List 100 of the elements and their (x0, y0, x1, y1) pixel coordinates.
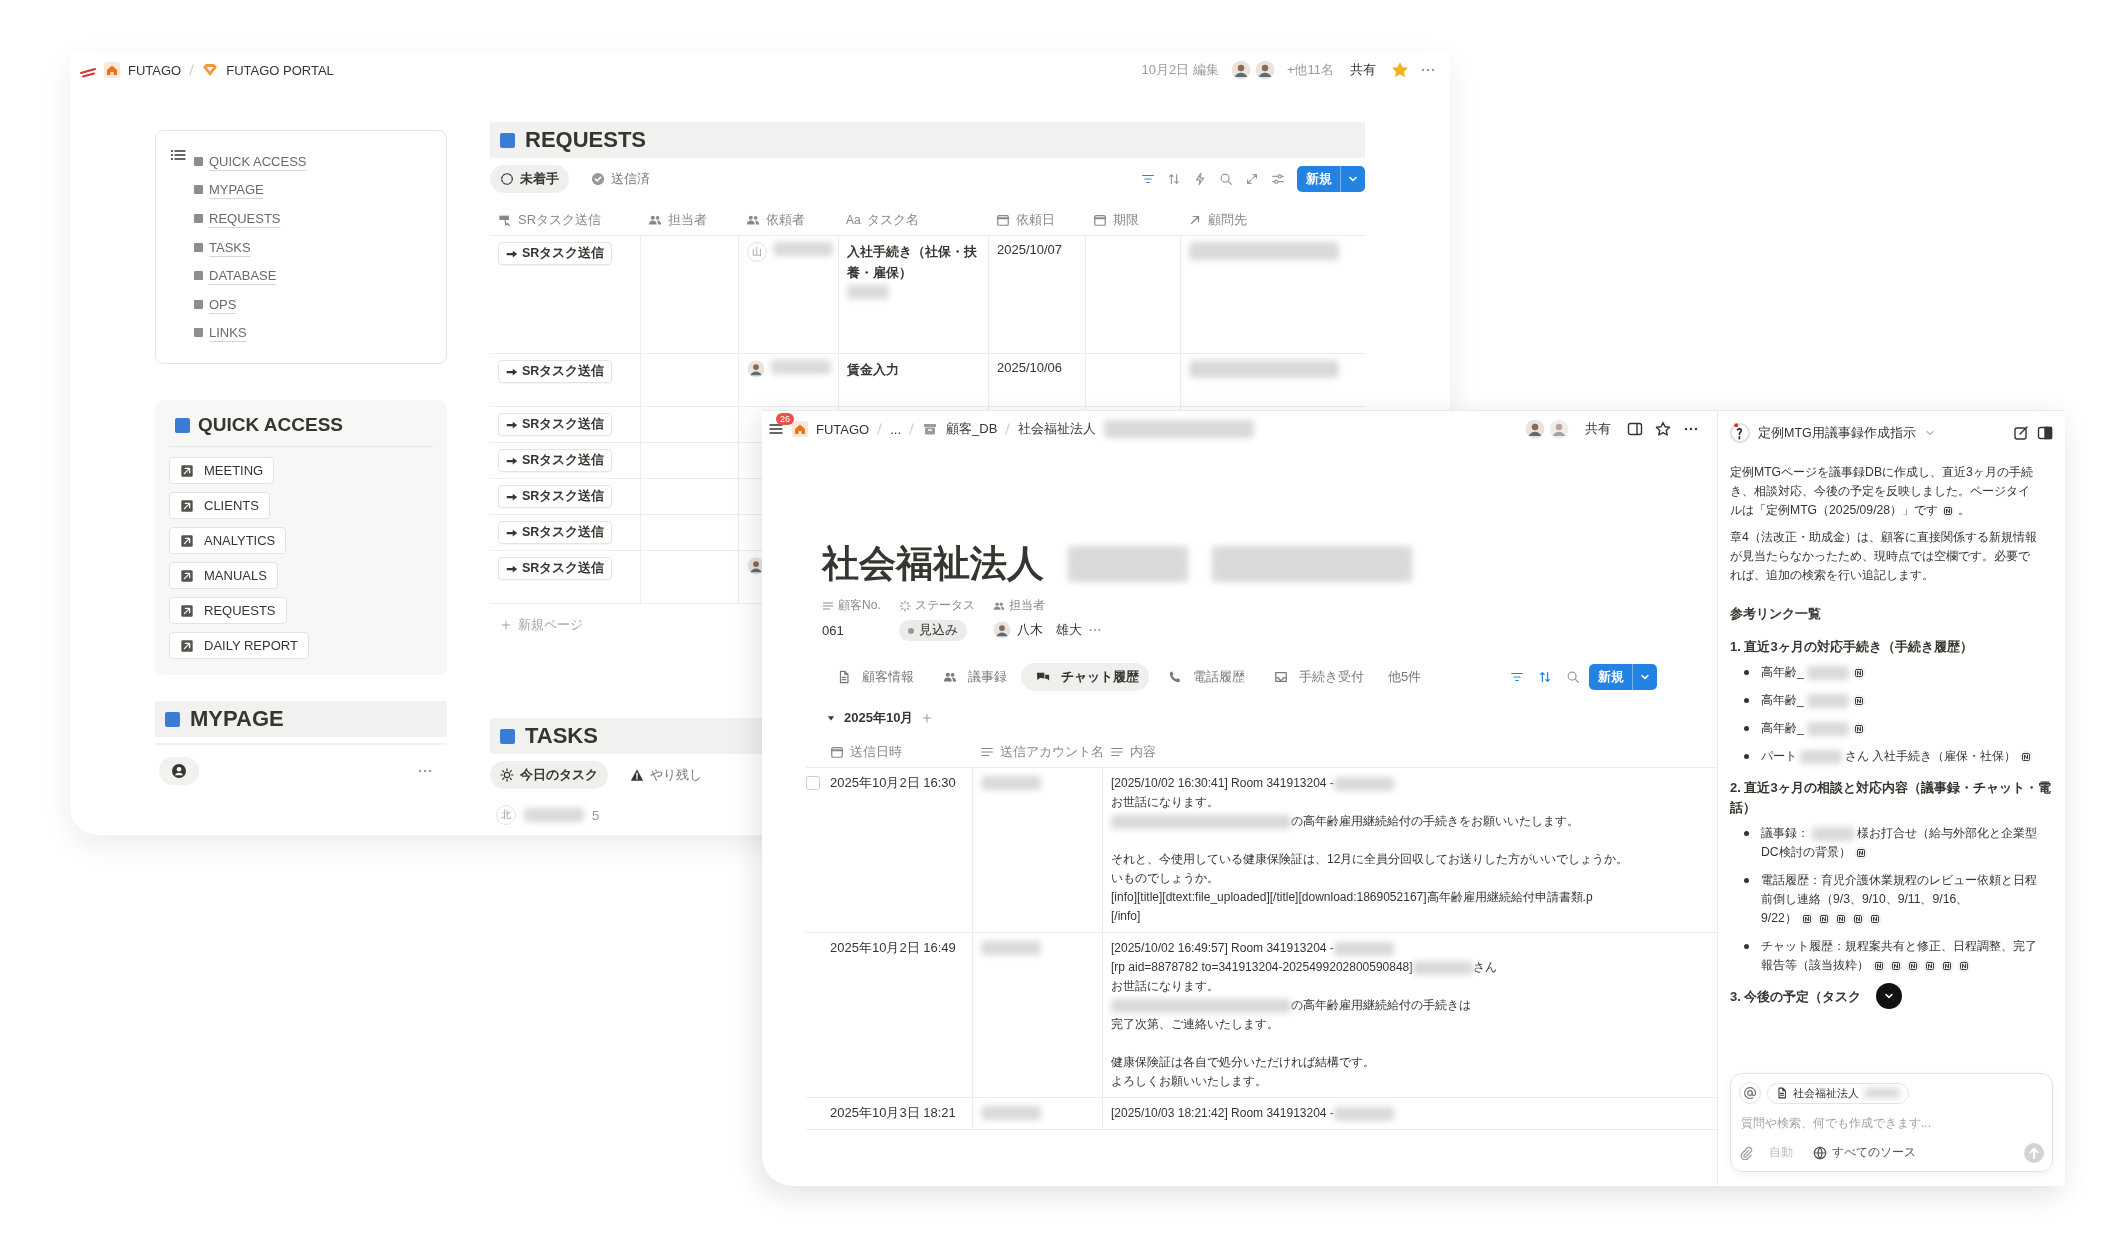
send-task-button[interactable]: SRタスク送信 (498, 485, 613, 508)
status-tag[interactable]: 見込み (898, 620, 967, 641)
task-name[interactable]: 入社手続き（社保・扶養・雇保） (847, 242, 980, 284)
text-lines-icon (1110, 745, 1124, 759)
column-header[interactable]: 送信アカウント名 (972, 737, 1102, 767)
column-header[interactable]: 顧問先 (1180, 205, 1365, 235)
column-header[interactable]: SRタスク送信 (490, 205, 640, 235)
filter-icon[interactable] (1141, 172, 1155, 186)
view-tab[interactable]: 送信済 (581, 165, 660, 193)
send-task-button[interactable]: SRタスク送信 (498, 413, 613, 436)
quick-link[interactable]: ANALYTICS (169, 527, 287, 555)
view-tab[interactable]: 議事録 (928, 663, 1017, 691)
profile-button[interactable] (159, 757, 199, 786)
panel-icon[interactable] (2037, 425, 2053, 441)
page-link-icon[interactable] (1889, 958, 1903, 973)
page-link-icon[interactable] (1853, 845, 1868, 860)
cursor-icon (498, 213, 512, 227)
page-link-icon[interactable] (1851, 693, 1866, 708)
quick-link[interactable]: MANUALS (169, 562, 278, 590)
breadcrumb-link[interactable]: 顧客_DB (946, 420, 998, 438)
page-link-icon[interactable] (1872, 958, 1886, 973)
toc-link[interactable]: OPS (194, 289, 237, 319)
quick-link[interactable]: DAILY REPORT (169, 632, 309, 660)
breadcrumb-link[interactable]: 社会福祉法人 (1018, 420, 1097, 438)
attach-icon[interactable] (1739, 1145, 1753, 1160)
arrow-icon (1188, 213, 1202, 227)
list-item-text: 9/22） (1761, 910, 1797, 927)
view-tab[interactable]: 手続き受付 (1259, 663, 1374, 691)
page-link-icon[interactable] (1850, 911, 1865, 926)
chat-title[interactable]: 定例MTG用議事録作成指示 (1758, 424, 1916, 442)
avatar-icon (1549, 419, 1569, 439)
search-icon[interactable] (1219, 172, 1233, 186)
calendar-icon (996, 213, 1010, 227)
expand-icon[interactable] (1245, 172, 1259, 186)
sort-icon[interactable] (1167, 172, 1181, 186)
send-task-button[interactable]: SRタスク送信 (498, 449, 613, 472)
page-link-icon[interactable] (1816, 911, 1831, 926)
column-header[interactable]: 送信日時 (822, 737, 972, 767)
quick-link[interactable]: MEETING (169, 457, 275, 485)
column-header[interactable]: 内容 (1102, 737, 1762, 767)
column-header[interactable]: 期限 (1085, 205, 1180, 235)
toc-link[interactable]: QUICK ACCESS (194, 147, 307, 176)
list-item-text: さん 入社手続き（雇保・社保） (1845, 748, 2017, 765)
page-link-icon[interactable] (1867, 911, 1882, 926)
more-views-tab[interactable]: 他5件 (1378, 663, 1432, 691)
settings-icon[interactable] (1271, 172, 1285, 186)
column-header[interactable]: Aa タスク名 (838, 205, 988, 235)
toc-link[interactable]: DATABASE (194, 261, 277, 290)
star-icon[interactable] (1655, 421, 1671, 437)
view-tab[interactable]: 今日のタスク (490, 761, 608, 789)
page-link-icon[interactable] (1851, 721, 1866, 736)
page-link-icon[interactable] (1957, 958, 1971, 973)
share-button[interactable]: 共有 (1346, 59, 1380, 81)
star-icon[interactable] (1392, 62, 1408, 78)
send-task-button[interactable]: SRタスク送信 (498, 521, 613, 544)
column-header[interactable]: 依頼日 (988, 205, 1085, 235)
send-task-button[interactable]: SRタスク送信 (498, 242, 613, 265)
lightning-icon[interactable] (1193, 172, 1207, 186)
toc-link[interactable]: TASKS (194, 232, 251, 262)
sidebar-icon[interactable] (1627, 421, 1643, 437)
filter-icon[interactable] (1510, 670, 1524, 684)
sources-button[interactable]: すべてのソース (1809, 1142, 1920, 1163)
view-tab[interactable]: 電話履歴 (1153, 663, 1255, 691)
page-link-icon[interactable] (2019, 749, 2034, 764)
page-link-icon[interactable] (1923, 958, 1937, 973)
view-tab[interactable]: チャット履歴 (1021, 663, 1149, 691)
share-button[interactable]: 共有 (1581, 418, 1615, 440)
page-link-icon[interactable] (1940, 958, 1954, 973)
breadcrumb-link[interactable]: FUTAGO (128, 62, 182, 78)
quick-link[interactable]: CLIENTS (169, 492, 270, 520)
column-header[interactable]: 担当者 (640, 205, 738, 235)
page-link-icon[interactable] (1833, 911, 1848, 926)
page-link-icon[interactable] (1799, 911, 1814, 926)
toc-link[interactable]: MYPAGE (194, 175, 264, 205)
quick-link[interactable]: REQUESTS (169, 597, 287, 625)
check-circle-icon (591, 172, 605, 186)
send-task-button[interactable]: SRタスク送信 (498, 557, 613, 580)
page-link-icon[interactable] (1851, 665, 1866, 680)
breadcrumb-link[interactable]: ... (890, 421, 902, 437)
collapse-icon[interactable] (826, 713, 836, 723)
breadcrumb-link[interactable]: FUTAGO PORTAL (226, 62, 334, 78)
view-tab[interactable]: 未着手 (490, 165, 569, 193)
view-tab[interactable]: 顧客情報 (822, 663, 924, 691)
page-link-icon[interactable] (1941, 503, 1956, 518)
search-icon[interactable] (1566, 670, 1580, 684)
toc-link[interactable]: REQUESTS (194, 204, 281, 233)
view-tab[interactable]: やり残し (620, 761, 712, 789)
send-task-button[interactable]: SRタスク送信 (498, 360, 613, 383)
sort-icon[interactable] (1538, 670, 1552, 684)
breadcrumb-link[interactable]: FUTAGO (816, 421, 870, 437)
toc-link[interactable]: LINKS (194, 318, 247, 348)
task-name[interactable]: 賃金入力 (847, 360, 980, 381)
row-checkbox[interactable] (806, 776, 820, 790)
menu-icon[interactable] (768, 421, 784, 437)
column-header[interactable]: 依頼者 (738, 205, 838, 235)
scroll-down-button[interactable] (1876, 983, 1902, 1009)
group-label[interactable]: 2025年10月 (844, 709, 914, 727)
message-text: いものでしょうか。 (1111, 870, 1219, 887)
edit-icon[interactable] (2013, 425, 2029, 441)
page-link-icon[interactable] (1906, 958, 1920, 973)
